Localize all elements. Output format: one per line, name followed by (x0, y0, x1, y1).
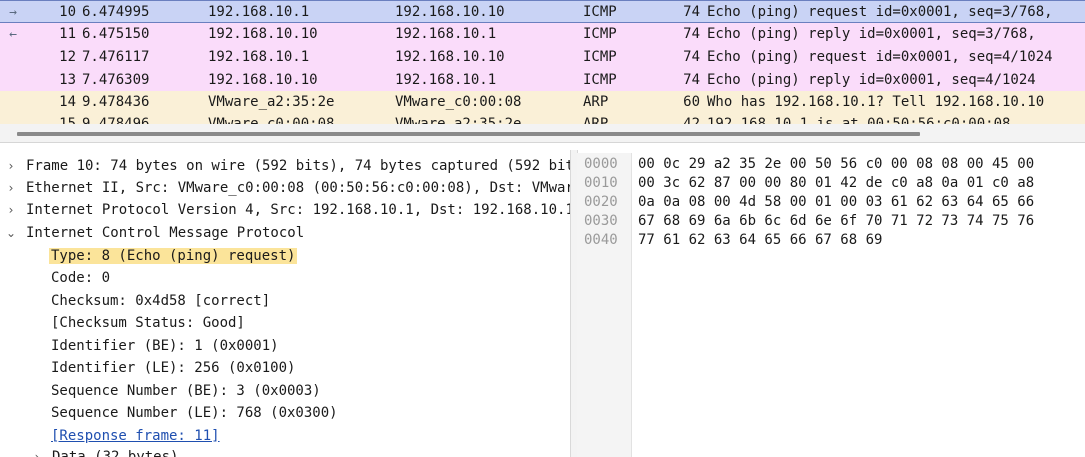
packet-number: 14 (59, 94, 76, 110)
request-arrow-icon: → (9, 5, 17, 20)
hex-bytes[interactable]: 77 61 62 63 64 65 66 67 68 69 (638, 231, 882, 250)
packet-source: 192.168.10.10 (208, 26, 318, 42)
packet-length: 74 (683, 4, 700, 20)
packet-source: VMware_a2:35:2e (208, 94, 335, 110)
packet-protocol: ARP (583, 116, 609, 124)
expand-chevron-icon[interactable]: › (30, 446, 44, 457)
tree-item-label: Internet Protocol Version 4, Src: 192.16… (26, 202, 570, 218)
tree-item-frame[interactable]: › Frame 10: 74 bytes on wire (592 bits),… (0, 155, 570, 177)
tree-item-label: Ethernet II, Src: VMware_c0:00:08 (00:50… (26, 180, 570, 196)
packet-number: 12 (59, 49, 76, 65)
hex-offset: 0040 (584, 232, 618, 248)
packet-number: 11 (59, 26, 76, 42)
packet-time: 7.476309 (82, 72, 150, 88)
hex-offset: 0020 (584, 194, 618, 210)
collapse-chevron-icon[interactable]: ⌄ (4, 222, 18, 244)
packet-list-horizontal-scrollbar[interactable] (0, 124, 1085, 143)
icmp-field-identifier-be[interactable]: Identifier (BE): 1 (0x0001) (51, 335, 279, 357)
icmp-field-checksum[interactable]: Checksum: 0x4d58 [correct] (51, 290, 270, 312)
tree-item-data[interactable]: › Data (32 bytes) (26, 446, 570, 457)
packet-row-13[interactable]: 13 7.476309 192.168.10.10 192.168.10.1 I… (0, 69, 1085, 92)
packet-time: 9.478436 (82, 94, 150, 110)
packet-protocol: ICMP (583, 26, 617, 42)
packet-length: 74 (683, 26, 700, 42)
packet-destination: 192.168.10.1 (395, 72, 497, 88)
hex-bytes[interactable]: 0a 0a 08 00 4d 58 00 01 00 03 61 62 63 6… (638, 193, 1034, 212)
packet-protocol: ICMP (583, 4, 617, 20)
packet-bytes-pane: 0000 00 0c 29 a2 35 2e 00 50 56 c0 00 08… (577, 153, 1085, 457)
tree-item-label: Frame 10: 74 bytes on wire (592 bits), 7… (26, 158, 570, 174)
packet-destination: VMware_c0:00:08 (395, 94, 522, 110)
packet-details-pane: › Frame 10: 74 bytes on wire (592 bits),… (0, 153, 570, 457)
hex-offset: 0000 (584, 156, 618, 172)
packet-info: Echo (ping) reply id=0x0001, seq=4/1024 (707, 72, 1036, 88)
packet-row-15[interactable]: 15 9.478496 VMware_c0:00:08 VMware_a2:35… (0, 113, 1085, 124)
expand-chevron-icon[interactable]: › (4, 177, 18, 199)
packet-info: Who has 192.168.10.1? Tell 192.168.10.10 (707, 94, 1045, 110)
hex-bytes[interactable]: 00 0c 29 a2 35 2e 00 50 56 c0 00 08 08 0… (638, 155, 1034, 174)
packet-protocol: ICMP (583, 72, 617, 88)
packet-info: Echo (ping) reply id=0x0001, seq=3/768, (707, 26, 1036, 42)
packet-row-14[interactable]: 14 9.478436 VMware_a2:35:2e VMware_c0:00… (0, 91, 1085, 114)
packet-source: 192.168.10.1 (208, 49, 310, 65)
packet-row-10[interactable]: → 10 6.474995 192.168.10.1 192.168.10.10… (0, 0, 1085, 23)
icmp-field-identifier-le[interactable]: Identifier (LE): 256 (0x0100) (51, 357, 295, 379)
tree-item-label: Data (32 bytes) (52, 449, 179, 457)
tree-item-ipv4[interactable]: › Internet Protocol Version 4, Src: 192.… (0, 199, 570, 221)
hex-bytes[interactable]: 67 68 69 6a 6b 6c 6d 6e 6f 70 71 72 73 7… (638, 212, 1034, 231)
packet-time: 9.478496 (82, 116, 150, 124)
packet-time: 6.475150 (82, 26, 150, 42)
response-frame-link[interactable]: [Response frame: 11] (51, 428, 220, 444)
packet-length: 74 (683, 49, 700, 65)
packet-row-11[interactable]: ← 11 6.475150 192.168.10.10 192.168.10.1… (0, 23, 1085, 46)
scrollbar-thumb[interactable] (17, 132, 920, 136)
icmp-field-checksum-status[interactable]: [Checksum Status: Good] (51, 312, 245, 334)
icmp-field-type[interactable]: Type: 8 (Echo (ping) request) (49, 245, 298, 267)
packet-number: 10 (59, 4, 76, 20)
expand-chevron-icon[interactable]: › (4, 199, 18, 221)
tree-item-icmp[interactable]: ⌄ Internet Control Message Protocol (0, 222, 570, 244)
tree-item-label: Internet Control Message Protocol (26, 225, 305, 241)
hex-offset: 0010 (584, 175, 618, 191)
packet-info: Echo (ping) request id=0x0001, seq=4/102… (707, 49, 1053, 65)
packet-info: 192.168.10.1 is at 00:50:56:c0:00:08 (707, 116, 1011, 124)
packet-info: Echo (ping) request id=0x0001, seq=3/768… (707, 4, 1053, 20)
icmp-field-code[interactable]: Code: 0 (51, 267, 110, 289)
tree-item-ethernet[interactable]: › Ethernet II, Src: VMware_c0:00:08 (00:… (0, 177, 570, 199)
packet-row-12[interactable]: 12 7.476117 192.168.10.1 192.168.10.10 I… (0, 46, 1085, 69)
icmp-field-response-frame[interactable]: [Response frame: 11] (51, 425, 220, 447)
packet-list: → 10 6.474995 192.168.10.1 192.168.10.10… (0, 0, 1085, 124)
icmp-field-sequence-le[interactable]: Sequence Number (LE): 768 (0x0300) (51, 402, 338, 424)
packet-number: 13 (59, 72, 76, 88)
packet-protocol: ICMP (583, 49, 617, 65)
packet-length: 60 (683, 94, 700, 110)
packet-protocol: ARP (583, 94, 609, 110)
packet-destination: 192.168.10.1 (395, 26, 497, 42)
hex-bytes[interactable]: 00 3c 62 87 00 00 80 01 42 de c0 a8 0a 0… (638, 174, 1034, 193)
packet-length: 42 (683, 116, 700, 124)
packet-time: 7.476117 (82, 49, 150, 65)
packet-number: 15 (59, 116, 76, 124)
hex-offset: 0030 (584, 213, 618, 229)
packet-destination: 192.168.10.10 (395, 49, 505, 65)
icmp-type-value: Type: 8 (Echo (ping) request) (49, 248, 298, 264)
packet-time: 6.474995 (82, 4, 150, 20)
packet-destination: VMware_a2:35:2e (395, 116, 522, 124)
packet-destination: 192.168.10.10 (395, 4, 505, 20)
icmp-field-sequence-be[interactable]: Sequence Number (BE): 3 (0x0003) (51, 380, 321, 402)
packet-source: 192.168.10.10 (208, 72, 318, 88)
reply-arrow-icon: ← (9, 27, 17, 42)
expand-chevron-icon[interactable]: › (4, 155, 18, 177)
packet-source: VMware_c0:00:08 (208, 116, 335, 124)
packet-length: 74 (683, 72, 700, 88)
packet-source: 192.168.10.1 (208, 4, 310, 20)
